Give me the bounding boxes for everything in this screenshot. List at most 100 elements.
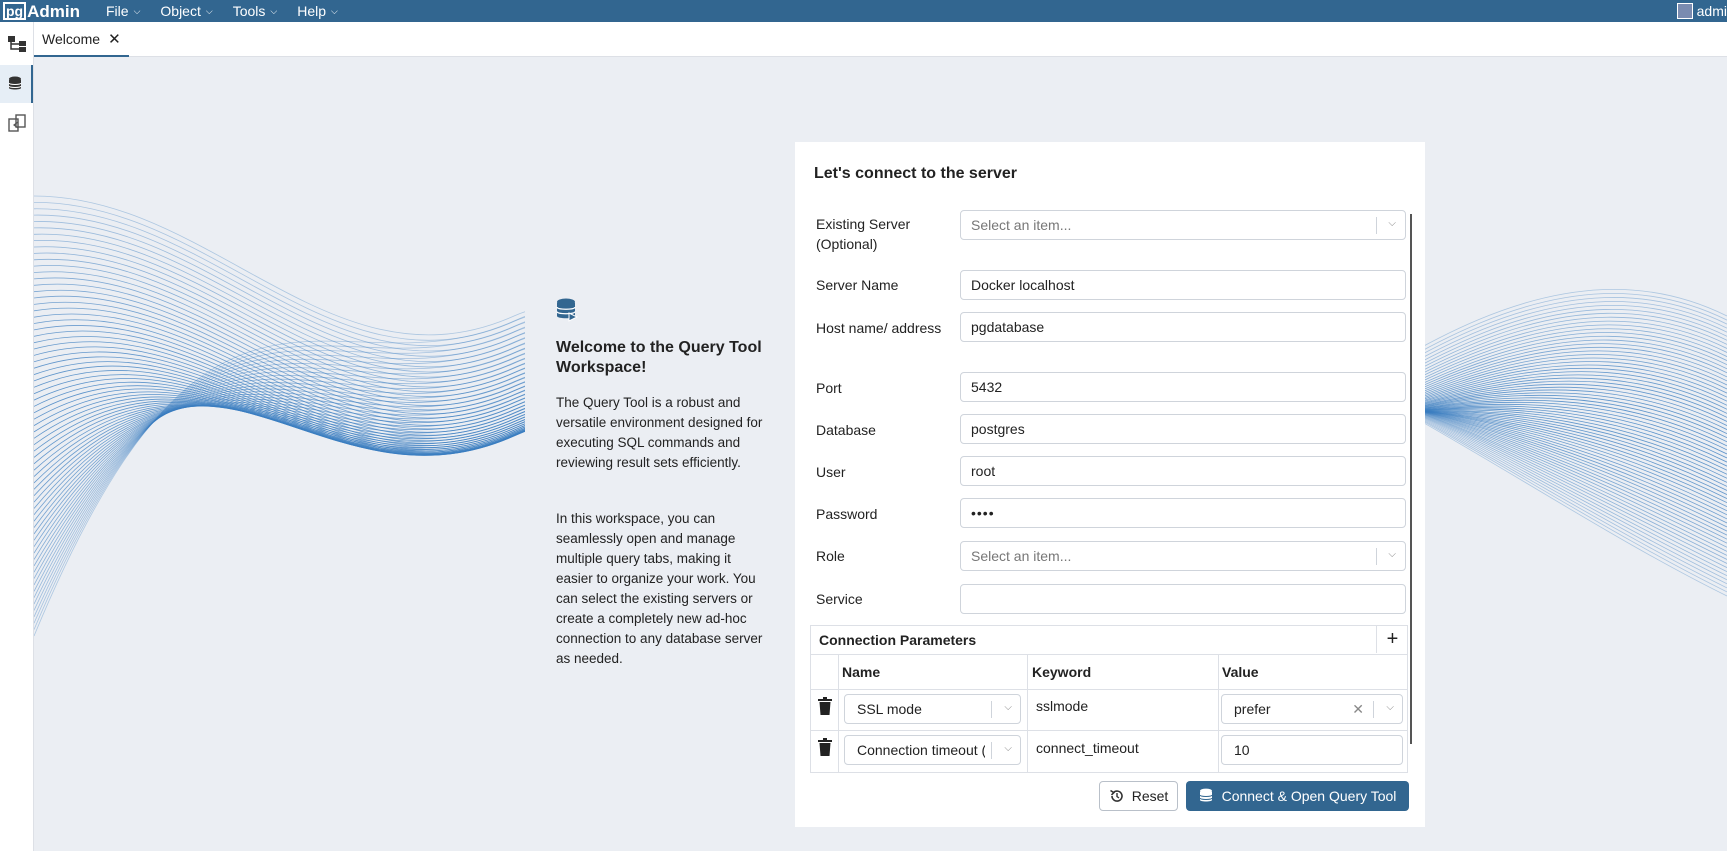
clear-icon[interactable]: ✕ [1352, 701, 1364, 718]
param-name-value: SSL mode [857, 701, 922, 717]
form-title: Let's connect to the server [814, 165, 1017, 182]
menu-tools[interactable]: Tools ⌵ [233, 3, 278, 19]
param-name-select[interactable]: SSL mode ⌵ [844, 694, 1021, 724]
select-separator [991, 742, 992, 759]
top-menubar: pg Admin File ⌵ Object ⌵ Tools ⌵ Help ⌵ admi [0, 0, 1727, 22]
select-separator [1373, 701, 1374, 718]
user-name: admi [1696, 3, 1727, 19]
reset-button[interactable]: Reset [1099, 781, 1178, 811]
param-name-select[interactable]: Connection timeout ( ⌵ [844, 735, 1021, 765]
tab-welcome[interactable]: Welcome ✕ [34, 22, 129, 57]
user-menu[interactable]: admi [1676, 0, 1727, 22]
server-name-input[interactable]: Docker localhost [960, 270, 1406, 300]
server-name-value: Docker localhost [971, 277, 1075, 293]
chevron-down-icon: ⌵ [1386, 702, 1394, 713]
chevron-down-icon: ⌵ [133, 5, 141, 16]
left-toolbar [0, 22, 34, 851]
menu-object[interactable]: Object ⌵ [160, 3, 212, 19]
connect-label: Connect & Open Query Tool [1221, 788, 1397, 804]
menu-object-label: Object [160, 3, 201, 19]
column-header-name: Name [842, 664, 881, 680]
password-value: •••• [971, 505, 995, 521]
select-separator [1376, 217, 1377, 234]
role-select[interactable]: Select an item... ⌵ [960, 541, 1406, 571]
logo-pg: pg [3, 2, 27, 20]
welcome-description: The Query Tool is a robust and versatile… [556, 395, 763, 470]
param-value-select[interactable]: prefer ✕ ⌵ [1221, 694, 1403, 724]
welcome-panel [525, 142, 795, 827]
menu-help-label: Help [297, 3, 326, 19]
database-icon [1199, 788, 1213, 802]
grid-divider [1027, 655, 1028, 772]
menu-help[interactable]: Help ⌵ [297, 3, 338, 19]
param-name-value: Connection timeout ( [857, 742, 985, 758]
database-icon [556, 298, 578, 322]
port-value: 5432 [971, 379, 1003, 395]
tree-icon [7, 36, 26, 52]
password-input[interactable]: •••• [960, 498, 1406, 528]
host-input[interactable]: pgdatabase [960, 312, 1406, 342]
column-header-value: Value [1222, 664, 1259, 680]
port-label: Port [816, 380, 842, 396]
schema-diff-button[interactable] [0, 104, 33, 142]
trash-icon[interactable] [818, 697, 832, 715]
reset-label: Reset [1131, 788, 1169, 804]
port-input[interactable]: 5432 [960, 372, 1406, 402]
select-separator [991, 701, 992, 718]
user-input[interactable]: root [960, 456, 1406, 486]
chevron-down-icon: ⌵ [270, 5, 278, 16]
database-value: postgres [971, 421, 1025, 437]
select-separator [1376, 548, 1377, 565]
service-input[interactable] [960, 584, 1406, 614]
grid-divider [838, 655, 839, 772]
user-label: User [816, 464, 846, 480]
role-label: Role [816, 548, 845, 564]
trash-icon[interactable] [818, 738, 832, 756]
chevron-down-icon: ⌵ [1004, 743, 1012, 754]
param-keyword: sslmode [1036, 698, 1089, 714]
menu-tools-label: Tools [232, 3, 266, 19]
service-label: Service [816, 591, 863, 607]
role-placeholder: Select an item... [971, 548, 1072, 564]
form-scrollbar[interactable] [1410, 214, 1412, 744]
host-value: pgdatabase [971, 319, 1045, 335]
grid-divider [811, 654, 1407, 655]
pgadmin-logo: pg Admin [3, 2, 80, 20]
avatar [1676, 3, 1693, 19]
connection-parameters-title: Connection Parameters [819, 632, 977, 648]
param-keyword: connect_timeout [1036, 740, 1139, 756]
tab-welcome-label: Welcome [42, 30, 101, 47]
existing-server-label: Existing Server (Optional) [816, 216, 911, 252]
param-value: 10 [1234, 742, 1250, 758]
menu-file-label: File [106, 3, 129, 19]
chevron-down-icon: ⌵ [331, 5, 338, 16]
object-explorer-button[interactable] [0, 25, 33, 63]
password-label: Password [816, 506, 878, 522]
grid-divider [811, 689, 1407, 690]
chevron-down-icon: ⌵ [205, 5, 213, 16]
column-header-keyword: Keyword [1032, 664, 1092, 680]
query-tool-workspace-button[interactable] [0, 65, 33, 103]
add-parameter-button[interactable]: + [1376, 626, 1408, 653]
logo-admin: Admin [27, 1, 80, 21]
grid-divider [1218, 655, 1219, 772]
chevron-down-icon: ⌵ [1004, 702, 1012, 713]
grid-divider [811, 730, 1407, 731]
existing-server-placeholder: Select an item... [971, 217, 1072, 233]
param-value: prefer [1234, 701, 1271, 717]
connect-open-query-tool-button[interactable]: Connect & Open Query Tool [1186, 781, 1409, 811]
database-label: Database [816, 422, 876, 438]
close-icon[interactable]: ✕ [108, 30, 121, 48]
user-value: root [971, 463, 996, 479]
server-name-label: Server Name [816, 277, 899, 293]
welcome-description-2: In this workspace, you can seamlessly op… [556, 511, 763, 666]
chevron-down-icon: ⌵ [1388, 549, 1396, 560]
database-icon [8, 76, 21, 90]
existing-server-select[interactable]: Select an item... ⌵ [960, 210, 1406, 240]
chevron-down-icon: ⌵ [1388, 218, 1396, 229]
tab-strip: Welcome ✕ [34, 22, 1727, 57]
welcome-title: Welcome to the Query Tool Workspace! [556, 339, 762, 376]
param-value-input[interactable]: 10 [1221, 735, 1403, 765]
menu-file[interactable]: File ⌵ [106, 3, 140, 19]
database-input[interactable]: postgres [960, 414, 1406, 444]
